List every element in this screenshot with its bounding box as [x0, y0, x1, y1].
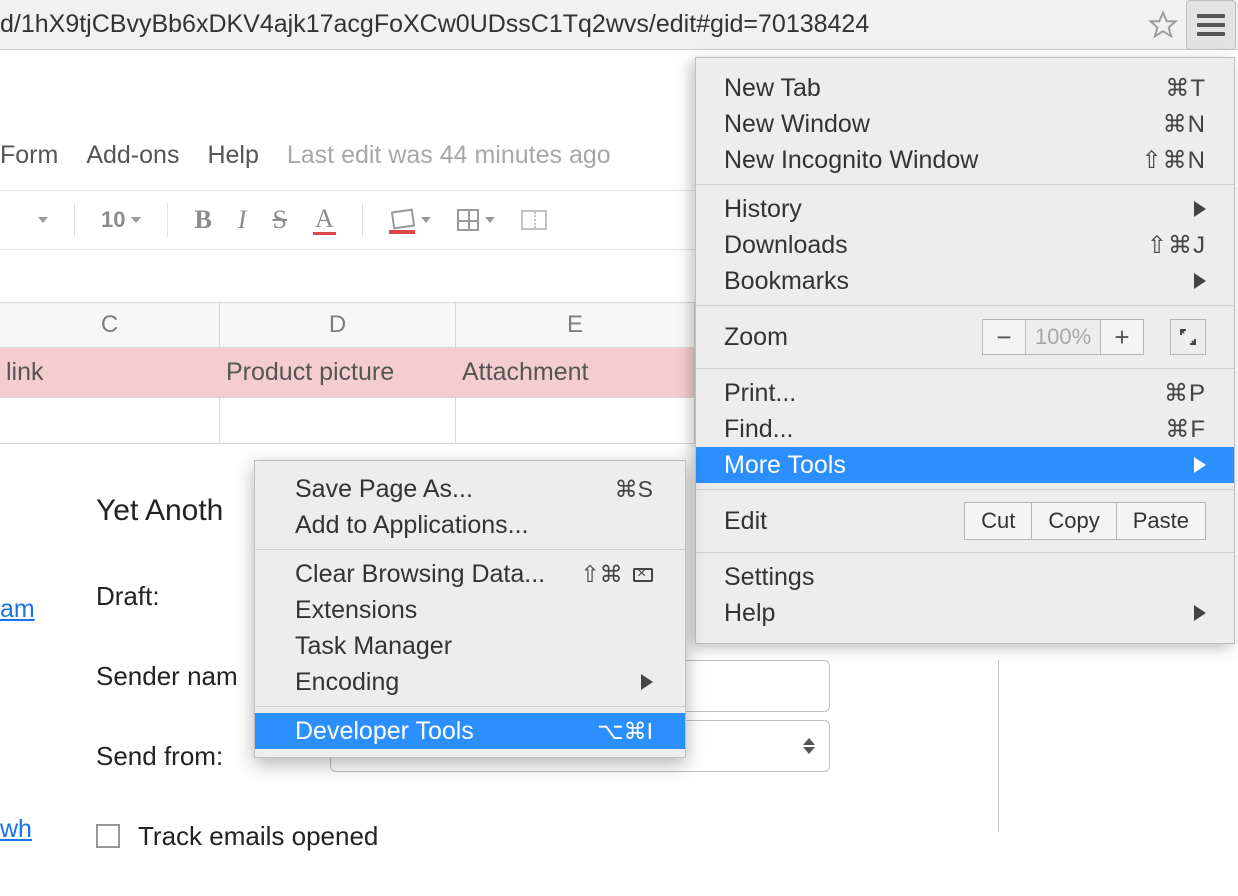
track-checkbox[interactable] [96, 824, 120, 848]
updown-icon [803, 738, 815, 754]
font-family-dropdown[interactable] [38, 217, 48, 223]
arrow-right-icon [641, 674, 653, 690]
sheets-menu-bar: Form Add-ons Help Last edit was 44 minut… [0, 130, 611, 180]
menu-edit-label: Edit [724, 507, 964, 536]
italic-button[interactable]: I [238, 205, 247, 235]
track-label: Track emails opened [138, 821, 378, 852]
submenu-clear-browsing-data[interactable]: Clear Browsing Data...⇧⌘ [255, 556, 685, 592]
cell-c1[interactable]: link [0, 348, 220, 397]
link-fragment-1[interactable]: am [0, 595, 35, 624]
paint-bucket-icon [389, 208, 415, 232]
arrow-right-icon [1194, 457, 1206, 473]
menu-addons[interactable]: Add-ons [86, 141, 179, 170]
chevron-down-icon [421, 217, 431, 223]
menu-edit-row: Edit Cut Copy Paste [696, 496, 1234, 546]
menu-zoom: Zoom − 100% + [696, 312, 1234, 362]
arrow-right-icon [1194, 201, 1206, 217]
borders-button[interactable] [457, 209, 495, 231]
column-header-c[interactable]: C [0, 303, 220, 347]
column-header-d[interactable]: D [220, 303, 456, 347]
zoom-in-button[interactable]: + [1100, 319, 1144, 355]
column-headers: C D E [0, 302, 695, 348]
borders-icon [457, 209, 479, 231]
menu-new-tab[interactable]: New Tab⌘T [696, 70, 1234, 106]
arrow-right-icon [1194, 605, 1206, 621]
submenu-developer-tools[interactable]: Developer Tools⌥⌘I [255, 713, 685, 749]
more-tools-submenu: Save Page As...⌘S Add to Applications...… [254, 460, 686, 758]
bold-button[interactable]: B [194, 205, 211, 235]
chevron-down-icon [131, 217, 141, 223]
zoom-out-button[interactable]: − [982, 319, 1026, 355]
cell-c2[interactable] [0, 398, 220, 443]
sheets-toolbar: 10 B I S A [0, 190, 695, 250]
menu-bookmarks[interactable]: Bookmarks [696, 263, 1234, 299]
strikethrough-button[interactable]: S [273, 205, 287, 235]
link-fragment-2[interactable]: wh [0, 815, 32, 844]
arrow-right-icon [1194, 273, 1206, 289]
paste-button[interactable]: Paste [1117, 502, 1206, 540]
menu-new-incognito[interactable]: New Incognito Window⇧⌘N [696, 142, 1234, 178]
menu-form[interactable]: Form [0, 141, 58, 170]
cell-e1[interactable]: Attachment [456, 348, 695, 397]
address-bar: d/1hX9tjCBvyBb6xDKV4ajk17acgFoXCw0UDssC1… [0, 0, 1238, 50]
copy-button[interactable]: Copy [1032, 502, 1116, 540]
fullscreen-button[interactable] [1170, 319, 1206, 355]
chevron-down-icon [485, 217, 495, 223]
submenu-add-to-applications[interactable]: Add to Applications... [255, 507, 685, 543]
submenu-task-manager[interactable]: Task Manager [255, 628, 685, 664]
menu-history[interactable]: History [696, 191, 1234, 227]
font-size-value: 10 [101, 207, 125, 233]
menu-help[interactable]: Help [696, 595, 1234, 631]
delete-icon [633, 568, 653, 582]
header-data-row: link Product picture Attachment [0, 348, 695, 398]
panel-divider [998, 660, 999, 832]
submenu-extensions[interactable]: Extensions [255, 592, 685, 628]
bookmark-star-icon[interactable] [1148, 10, 1178, 40]
fill-color-button[interactable] [389, 208, 431, 232]
url-text[interactable]: d/1hX9tjCBvyBb6xDKV4ajk17acgFoXCw0UDssC1… [0, 10, 1148, 39]
blank-row [0, 398, 695, 444]
menu-more-tools[interactable]: More Tools [696, 447, 1234, 483]
zoom-value: 100% [1026, 319, 1100, 355]
chrome-menu-button[interactable] [1186, 0, 1236, 50]
cut-button[interactable]: Cut [964, 502, 1032, 540]
menu-new-window[interactable]: New Window⌘N [696, 106, 1234, 142]
submenu-encoding[interactable]: Encoding [255, 664, 685, 700]
menu-downloads[interactable]: Downloads⇧⌘J [696, 227, 1234, 263]
menu-settings[interactable]: Settings [696, 559, 1234, 595]
submenu-save-page-as[interactable]: Save Page As...⌘S [255, 471, 685, 507]
column-header-e[interactable]: E [456, 303, 695, 347]
cell-d1[interactable]: Product picture [220, 348, 456, 397]
font-size-dropdown[interactable]: 10 [101, 207, 141, 233]
cell-d2[interactable] [220, 398, 456, 443]
menu-print[interactable]: Print...⌘P [696, 375, 1234, 411]
cell-e2[interactable] [456, 398, 695, 443]
menu-find[interactable]: Find...⌘F [696, 411, 1234, 447]
menu-help[interactable]: Help [207, 141, 258, 170]
merge-cells-button[interactable] [521, 210, 547, 230]
text-color-button[interactable]: A [313, 206, 336, 235]
last-edit-text: Last edit was 44 minutes ago [287, 141, 611, 170]
chrome-main-menu: New Tab⌘T New Window⌘N New Incognito Win… [695, 57, 1235, 644]
